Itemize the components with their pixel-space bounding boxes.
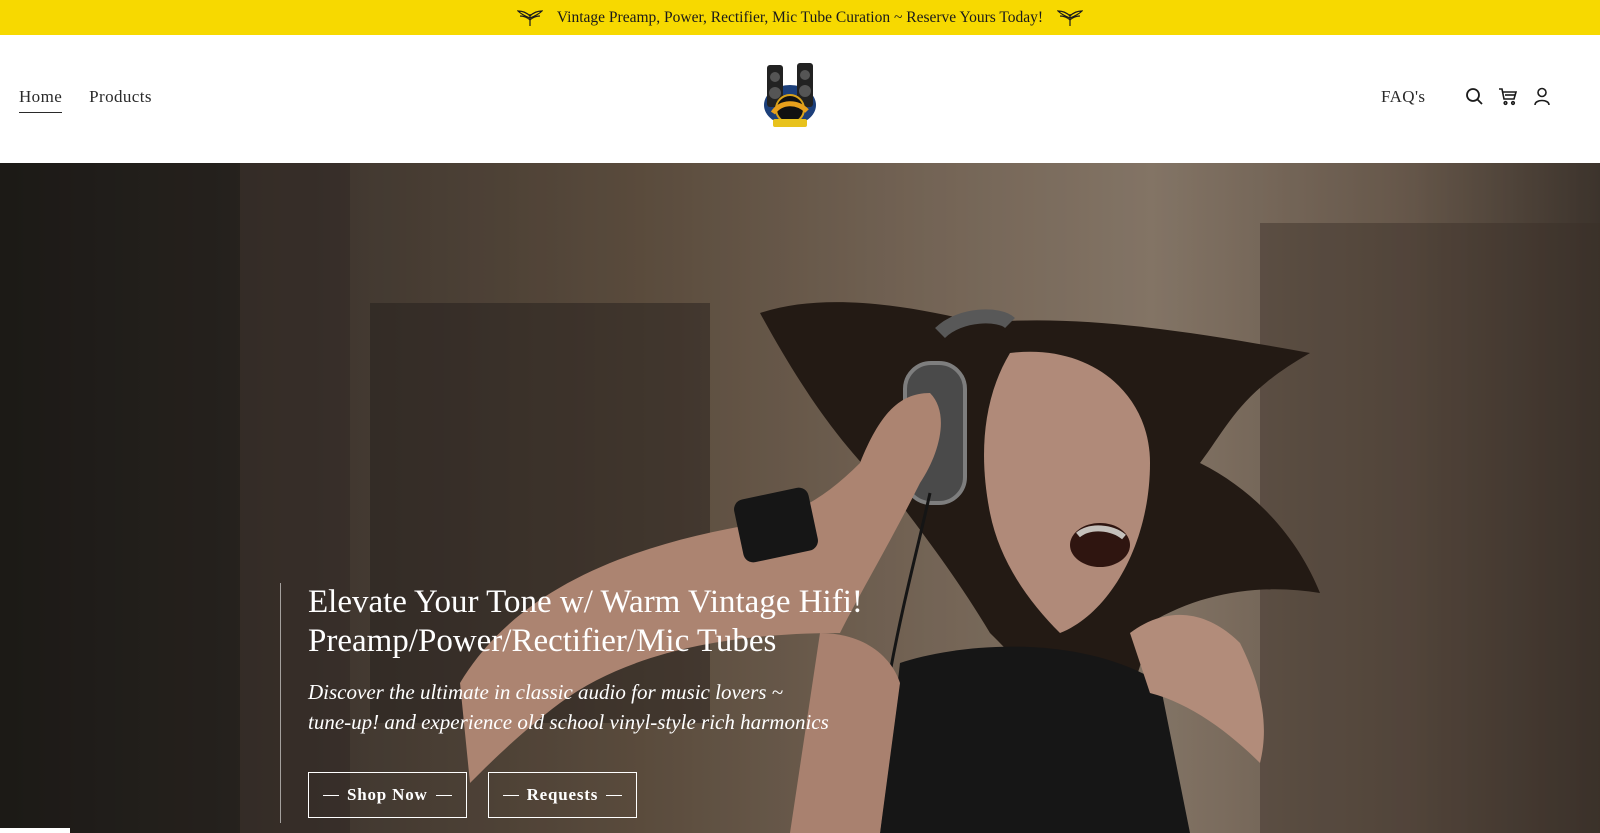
hero-subtitle: Discover the ultimate in classic audio f… [308,677,948,737]
shop-now-button[interactable]: Shop Now [308,772,467,818]
requests-label: Requests [526,785,599,804]
dash-decor [502,794,519,796]
announcement-text: Vintage Preamp, Power, Rectifier, Mic Tu… [556,8,1044,26]
hero-subtitle-line: tune-up! and experience old school vinyl… [308,710,829,734]
header-icons [1464,86,1552,106]
hero-title: Elevate Your Tone w/ Warm Vintage Hifi! … [308,583,948,661]
cart-icon[interactable] [1498,86,1518,106]
account-icon[interactable] [1532,86,1552,106]
dash-decor [435,794,452,796]
search-icon[interactable] [1464,86,1484,106]
hero-banner: Elevate Your Tone w/ Warm Vintage Hifi! … [0,163,1600,833]
shop-now-label: Shop Now [347,785,428,804]
site-header: Home Products FAQ's [0,35,1600,163]
faq-link[interactable]: FAQ's [1381,87,1425,107]
bottom-left-chip [0,828,70,833]
nav-home-link[interactable]: Home [19,87,63,113]
primary-nav: Home Products [19,87,152,113]
hero-title-line: Elevate Your Tone w/ Warm Vintage Hifi! [308,584,863,620]
dash-decor [606,794,623,796]
hero-subtitle-line: Discover the ultimate in classic audio f… [308,680,784,704]
hero-buttons: Shop Now Requests [308,772,638,818]
nav-products-link[interactable]: Products [89,87,152,113]
hero-content: Elevate Your Tone w/ Warm Vintage Hifi! … [280,583,961,823]
announcement-bar: Vintage Preamp, Power, Rectifier, Mic Tu… [0,0,1600,35]
dash-decor [323,794,339,796]
requests-button[interactable]: Requests [487,772,638,818]
hero-title-line: Preamp/Power/Rectifier/Mic Tubes [308,623,777,659]
leaf-icon-left [516,8,543,28]
leaf-icon-right [1057,8,1084,28]
site-logo[interactable] [759,61,821,131]
